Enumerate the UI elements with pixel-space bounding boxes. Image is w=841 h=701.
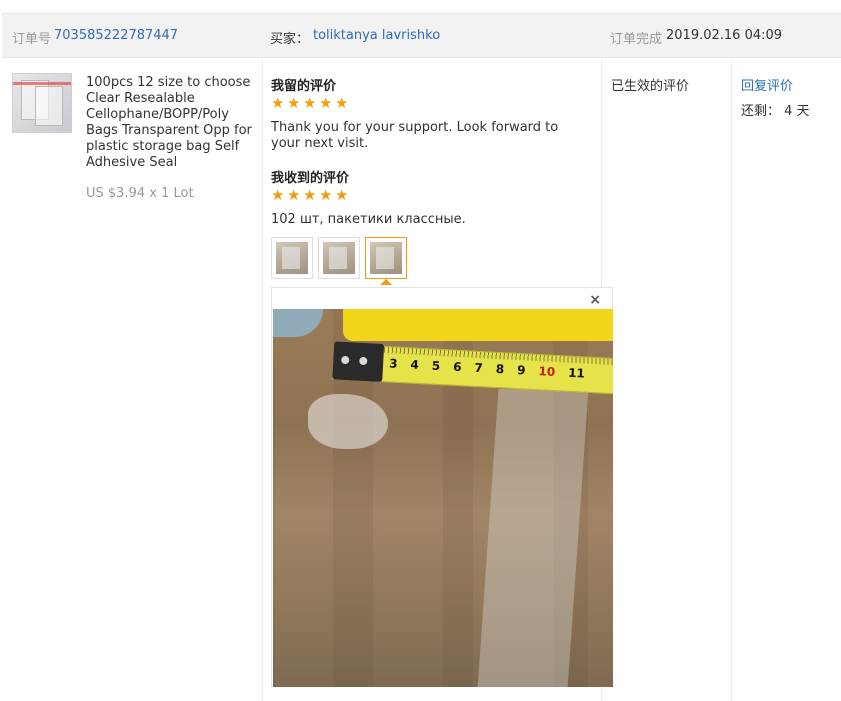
my-review-heading: 我留的评价	[271, 79, 337, 94]
order-number-label: 订单号	[12, 32, 52, 47]
received-review-stars: ★ ★ ★ ★ ★	[271, 188, 350, 204]
order-header: 订单号 703585222787447 买家： toliktanya lavri…	[2, 13, 841, 58]
tape-number: 9	[516, 363, 526, 378]
star-icon: ★	[271, 186, 285, 204]
order-completed-label: 订单完成	[610, 32, 663, 47]
photo-blue-object	[273, 309, 323, 337]
active-photo-caret	[380, 279, 392, 285]
star-icon: ★	[319, 94, 333, 112]
order-completed-time: 2019.02.16 04:09	[666, 28, 783, 43]
column-divider	[262, 59, 263, 701]
product-price: US $3.94 x 1 Lot	[86, 186, 194, 201]
product-title-link[interactable]: 100pcs 12 size to choose Clear Resealabl…	[86, 75, 256, 171]
tape-number: 8	[495, 361, 505, 377]
review-photo-thumb-1[interactable]	[271, 237, 313, 279]
review-photo-large: 3 4 5 6 7 8 9 10 11	[273, 309, 613, 687]
my-review-stars: ★ ★ ★ ★ ★	[271, 96, 350, 112]
star-icon: ★	[319, 186, 333, 204]
close-icon[interactable]: ×	[589, 292, 601, 308]
star-icon: ★	[287, 94, 301, 112]
tape-number: 3	[388, 356, 398, 371]
remaining-days: 还剩： 4 天	[741, 104, 810, 119]
received-review-heading: 我收到的评价	[271, 171, 350, 186]
star-icon: ★	[303, 94, 317, 112]
review-status: 已生效的评价	[611, 79, 690, 94]
review-photo-thumb-3[interactable]	[365, 237, 407, 279]
photo-yellow-cloth	[343, 309, 613, 341]
tape-number: 6	[452, 359, 462, 375]
star-icon: ★	[271, 94, 285, 112]
tape-hook	[332, 341, 385, 383]
thumbnail-strip	[13, 82, 71, 85]
reply-review-link[interactable]: 回复评价	[741, 75, 793, 94]
product-thumbnail[interactable]	[12, 73, 72, 133]
buyer-label: 买家：	[270, 32, 310, 47]
photo-bag-reflection	[308, 394, 388, 449]
photo-preview-popup: × 3 4 5 6 7 8 9 10 11	[271, 287, 613, 687]
tape-number: 5	[431, 358, 441, 374]
star-icon: ★	[303, 186, 317, 204]
buyer-name-link[interactable]: toliktanya lavrishko	[313, 28, 440, 43]
my-review-text: Thank you for your support. Look forward…	[271, 120, 559, 151]
tape-number: 10	[538, 364, 556, 380]
thumbnail-bag-shape	[35, 86, 63, 126]
tape-number: 7	[474, 360, 484, 376]
star-icon: ★	[287, 186, 301, 204]
received-review-text: 102 шт, пакетики классные.	[271, 212, 466, 227]
order-number-link[interactable]: 703585222787447	[54, 28, 178, 43]
star-icon: ★	[335, 186, 349, 204]
column-divider	[731, 59, 732, 701]
tape-number: 11	[567, 365, 586, 381]
review-photo-thumb-2[interactable]	[318, 237, 360, 279]
star-icon: ★	[335, 94, 349, 112]
tape-number: 4	[410, 357, 420, 372]
